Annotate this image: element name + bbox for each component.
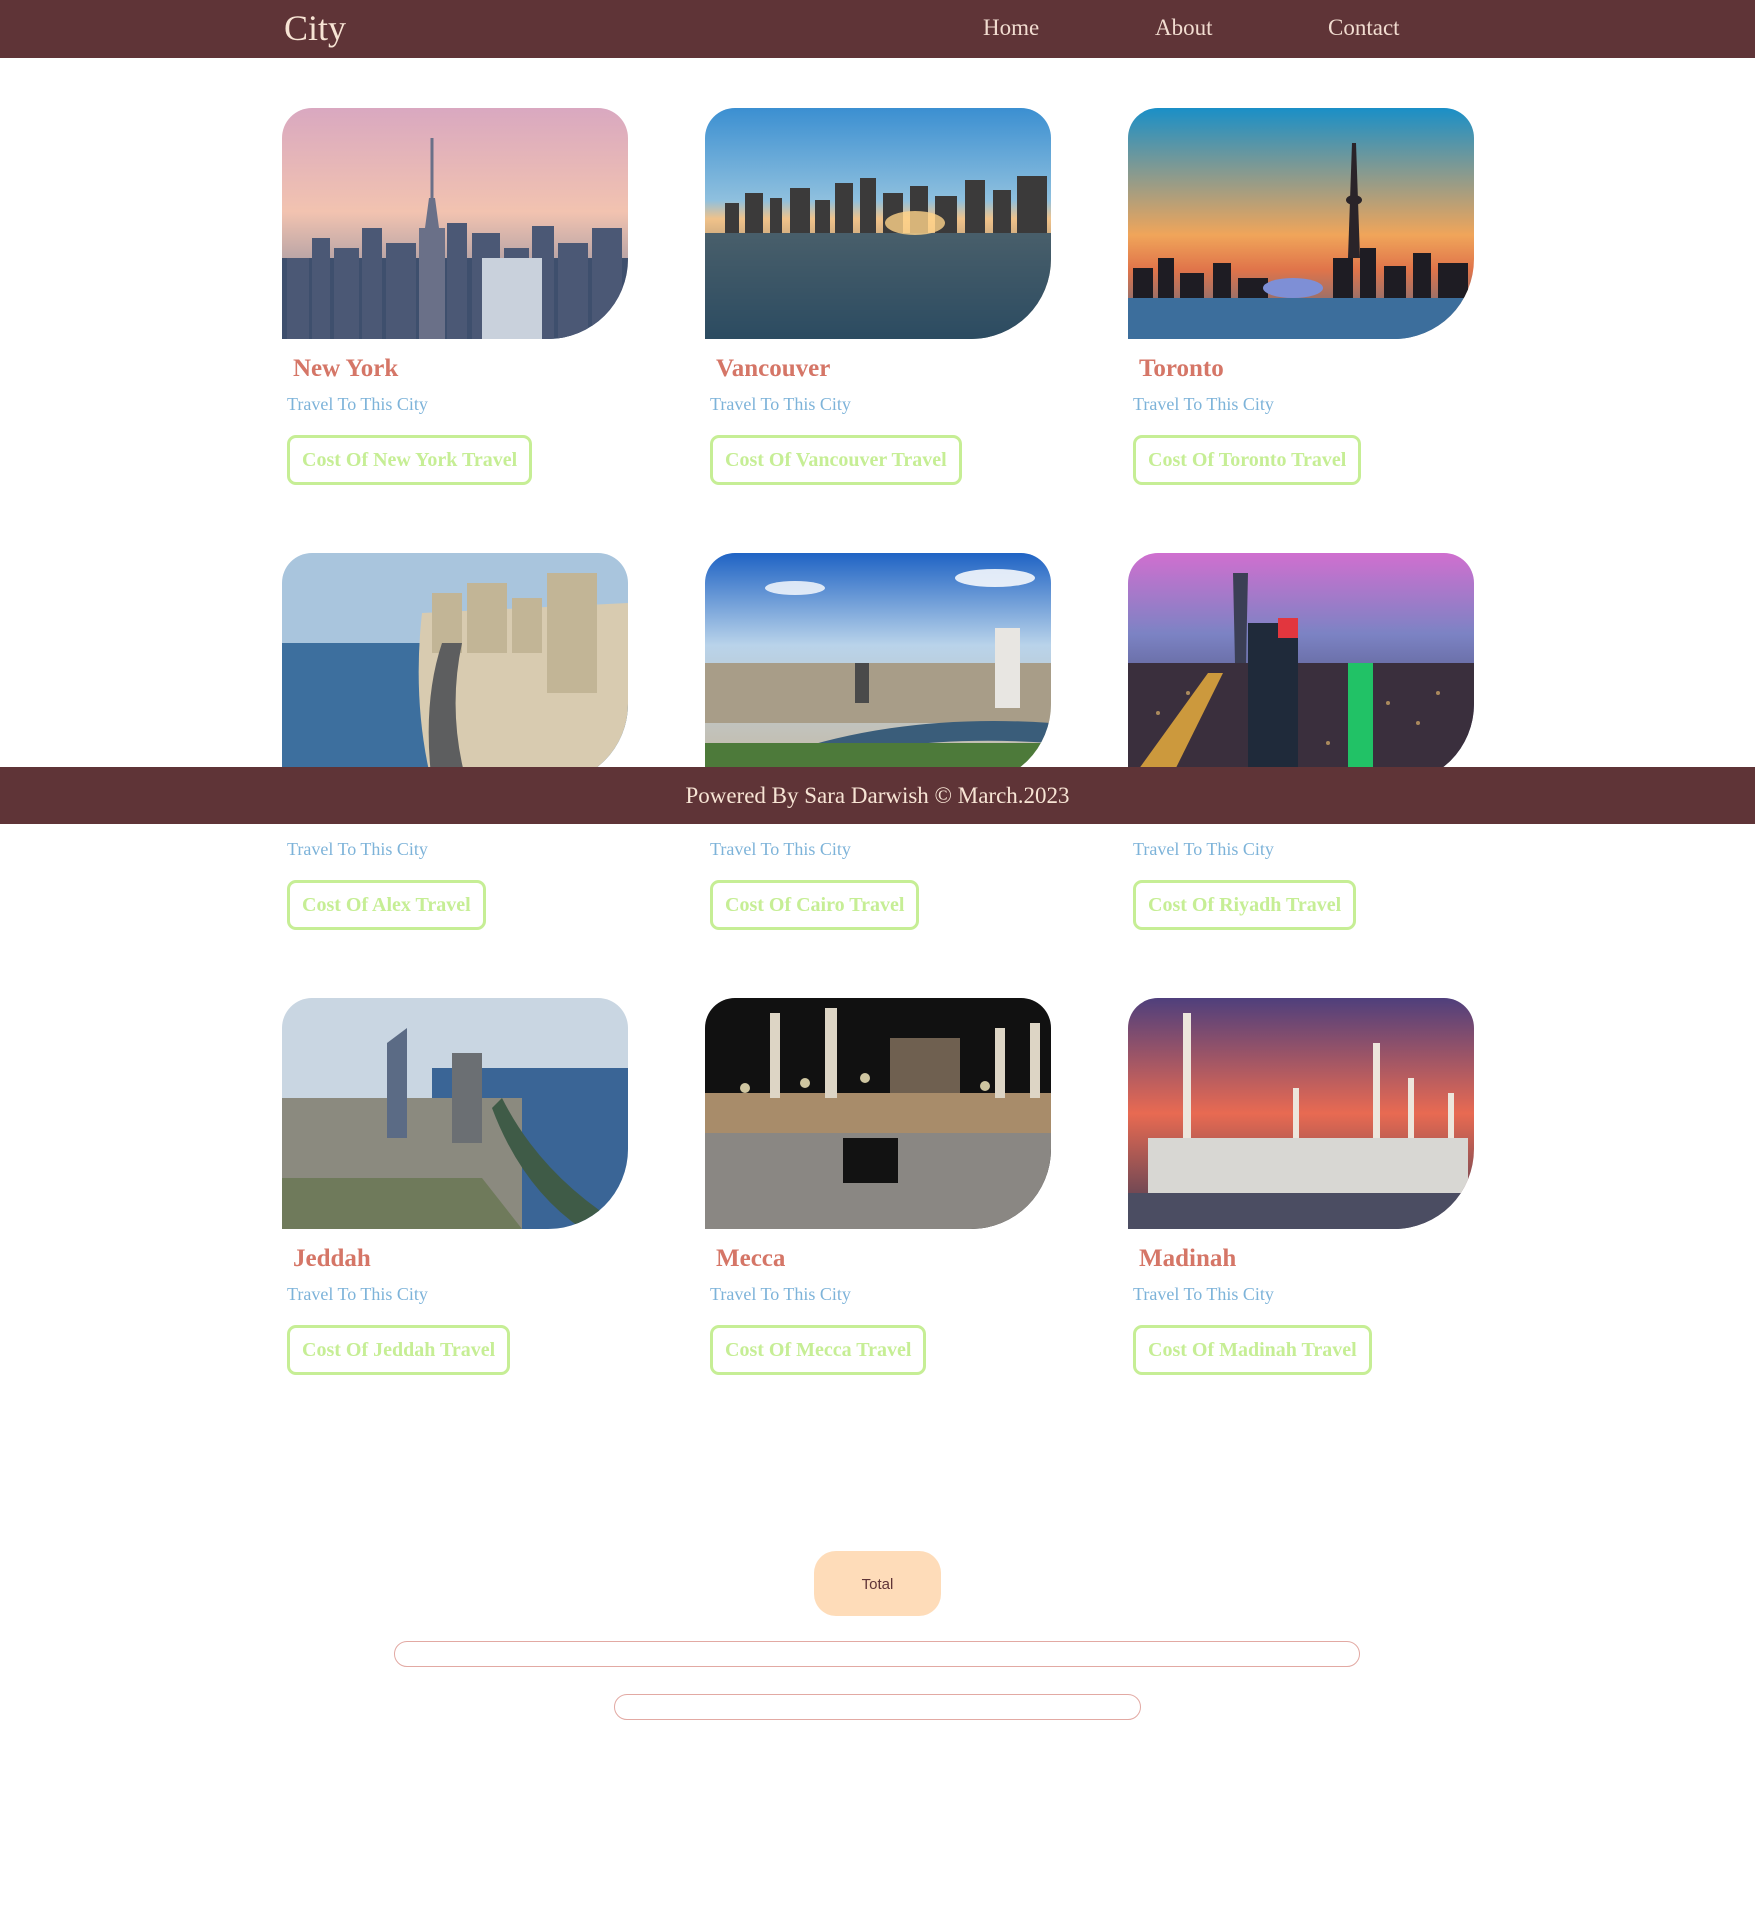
city-tagline: Travel To This City [710, 1284, 851, 1304]
city-name: Jeddah [293, 1245, 371, 1272]
cost-vancouver-button[interactable]: Cost Of Vancouver Travel [710, 435, 962, 485]
city-card-vancouver: Vancouver Travel To This City Cost Of Va… [705, 108, 1055, 508]
city-photo [1128, 553, 1474, 784]
city-tagline: Travel To This City [1133, 839, 1274, 859]
city-tagline: Travel To This City [287, 839, 428, 859]
city-photo [1128, 108, 1474, 339]
city-card-cairo: Travel To This City Cost Of Cairo Travel [705, 553, 1055, 953]
city-card-toronto: Toronto Travel To This City Cost Of Toro… [1128, 108, 1478, 508]
top-navbar: City Home About Contact [0, 0, 1755, 58]
cost-new-york-button[interactable]: Cost Of New York Travel [287, 435, 533, 485]
cost-jeddah-button[interactable]: Cost Of Jeddah Travel [287, 1325, 511, 1375]
cost-toronto-button[interactable]: Cost Of Toronto Travel [1133, 435, 1362, 485]
city-name: New York [293, 355, 399, 382]
city-card-jeddah: Jeddah Travel To This City Cost Of Jedda… [282, 998, 632, 1398]
total-field-1[interactable] [394, 1641, 1360, 1667]
city-card-alex: Travel To This City Cost Of Alex Travel [282, 553, 632, 953]
nav-contact-link[interactable]: Contact [1328, 14, 1400, 42]
total-field-2[interactable] [614, 1694, 1141, 1720]
city-name: Madinah [1139, 1245, 1237, 1272]
cost-madinah-button[interactable]: Cost Of Madinah Travel [1133, 1325, 1372, 1375]
city-photo [1128, 998, 1474, 1229]
city-photo [705, 553, 1051, 784]
city-name: Vancouver [716, 355, 831, 382]
city-photo [282, 108, 628, 339]
footer-credit: Powered By Sara Darwish © March.2023 [685, 783, 1070, 808]
cost-riyadh-button[interactable]: Cost Of Riyadh Travel [1133, 880, 1357, 930]
footer-bar: Powered By Sara Darwish © March.2023 [0, 767, 1755, 824]
city-name: Mecca [716, 1245, 786, 1272]
city-name: Toronto [1139, 355, 1224, 382]
city-tagline: Travel To This City [1133, 394, 1274, 414]
city-card-riyadh: Travel To This City Cost Of Riyadh Trave… [1128, 553, 1478, 953]
city-photo [282, 553, 628, 784]
site-logo[interactable]: City [284, 8, 346, 48]
city-card-new-york: New York Travel To This City Cost Of New… [282, 108, 632, 508]
city-card-madinah: Madinah Travel To This City Cost Of Madi… [1128, 998, 1478, 1398]
cost-mecca-button[interactable]: Cost Of Mecca Travel [710, 1325, 927, 1375]
city-tagline: Travel To This City [287, 1284, 428, 1304]
city-photo [705, 108, 1051, 339]
nav-home-link[interactable]: Home [983, 14, 1039, 42]
city-tagline: Travel To This City [710, 394, 851, 414]
city-tagline: Travel To This City [1133, 1284, 1274, 1304]
cost-alex-button[interactable]: Cost Of Alex Travel [287, 880, 486, 930]
city-photo [282, 998, 628, 1229]
nav-about-link[interactable]: About [1155, 14, 1213, 42]
total-button[interactable]: Total [814, 1551, 941, 1616]
cost-cairo-button[interactable]: Cost Of Cairo Travel [710, 880, 920, 930]
city-photo [705, 998, 1051, 1229]
city-tagline: Travel To This City [287, 394, 428, 414]
city-tagline: Travel To This City [710, 839, 851, 859]
city-card-mecca: Mecca Travel To This City Cost Of Mecca … [705, 998, 1055, 1398]
